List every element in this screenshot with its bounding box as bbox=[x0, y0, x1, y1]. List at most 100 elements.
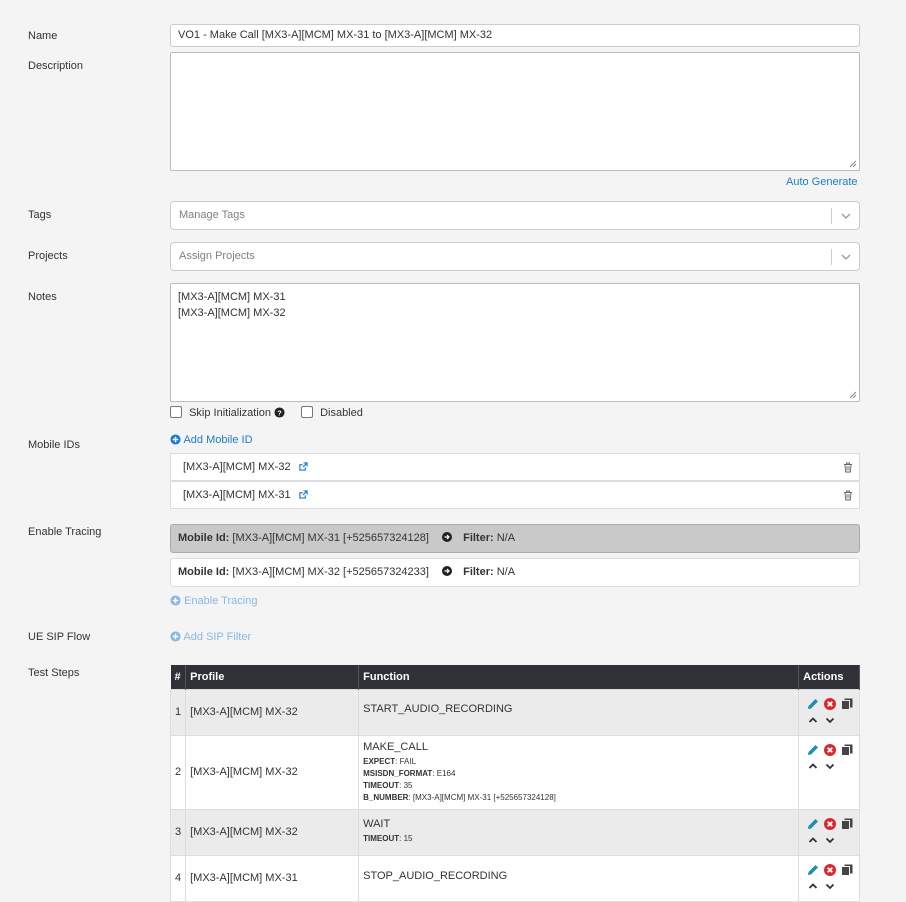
enable-tracing-link: Enable Tracing bbox=[184, 595, 258, 607]
step-actions bbox=[798, 688, 860, 736]
move-up-icon[interactable] bbox=[807, 714, 819, 726]
add-mobile-id-label: Add Mobile ID bbox=[183, 434, 253, 446]
mobile-id-name: [MX3-A][MCM] MX-31 bbox=[183, 489, 291, 501]
step-number: 2 bbox=[169, 734, 187, 810]
step-param: MSISDN_FORMAT: E164 bbox=[363, 768, 794, 780]
delete-icon[interactable] bbox=[824, 743, 837, 756]
delete-icon[interactable] bbox=[824, 697, 837, 710]
table-row[interactable]: 1 [MX3-A][MCM] MX-32 START_AUDIO_RECORDI… bbox=[169, 688, 860, 736]
step-number: 1 bbox=[169, 688, 187, 736]
notes-line: [MX3-A][MCM] MX-31 bbox=[178, 291, 286, 303]
step-actions bbox=[798, 734, 860, 810]
external-link-icon[interactable] bbox=[298, 490, 308, 499]
notes-textarea[interactable]: [MX3-A][MCM] MX-31 [MX3-A][MCM] MX-32 bbox=[170, 283, 860, 402]
tracing-item[interactable]: Mobile Id: [MX3-A][MCM] MX-32 [+52565732… bbox=[170, 558, 860, 587]
enable-tracing-button[interactable]: Enable Tracing bbox=[170, 595, 257, 607]
disabled-option[interactable]: Disabled bbox=[301, 406, 363, 419]
step-function: START_AUDIO_RECORDING bbox=[363, 702, 513, 715]
step-param: EXPECT: FAIL bbox=[363, 756, 794, 768]
plus-circle-icon bbox=[170, 595, 181, 606]
mobile-id-item: [MX3-A][MCM] MX-31 bbox=[170, 481, 860, 509]
param-value: : [MX3-A][MCM] MX-31 [+525657324128] bbox=[408, 792, 556, 802]
projects-placeholder: Assign Projects bbox=[179, 250, 255, 262]
copy-icon[interactable] bbox=[841, 864, 853, 876]
move-down-icon[interactable] bbox=[824, 880, 836, 892]
name-input[interactable]: VO1 - Make Call [MX3-A][MCM] MX-31 to [M… bbox=[170, 24, 860, 47]
add-sip-filter-button[interactable]: Add SIP Filter bbox=[170, 631, 251, 643]
plus-circle-icon bbox=[170, 434, 181, 445]
tracing-item[interactable]: Mobile Id: [MX3-A][MCM] MX-31 [+52565732… bbox=[170, 524, 860, 553]
ue-sip-flow-label: UE SIP Flow bbox=[28, 631, 91, 643]
param-key: MSISDN_FORMAT bbox=[363, 768, 433, 778]
move-up-icon[interactable] bbox=[807, 834, 819, 846]
projects-select[interactable]: Assign Projects bbox=[170, 242, 860, 271]
tracing-mobile-value: [MX3-A][MCM] MX-31 [+525657324128] bbox=[232, 532, 429, 544]
delete-icon[interactable] bbox=[824, 817, 837, 830]
filter-key: Filter: bbox=[463, 532, 494, 544]
param-key: TIMEOUT bbox=[363, 833, 400, 843]
copy-icon[interactable] bbox=[841, 818, 853, 830]
edit-icon[interactable] bbox=[807, 818, 819, 830]
help-icon[interactable]: ? bbox=[274, 407, 285, 418]
step-function: WAIT bbox=[363, 817, 391, 830]
step-param: TIMEOUT: 35 bbox=[363, 780, 794, 792]
description-textarea[interactable] bbox=[170, 52, 860, 171]
step-profile: [MX3-A][MCM] MX-32 bbox=[185, 734, 360, 810]
trash-icon[interactable] bbox=[843, 462, 853, 473]
param-key: B_NUMBER bbox=[363, 792, 409, 802]
table-row[interactable]: 3 [MX3-A][MCM] MX-32 WAIT TIMEOUT: 15 bbox=[169, 808, 860, 856]
step-profile: [MX3-A][MCM] MX-32 bbox=[185, 688, 360, 736]
table-row[interactable]: 4 [MX3-A][MCM] MX-31 STOP_AUDIO_RECORDIN… bbox=[169, 854, 860, 902]
external-link-icon[interactable] bbox=[298, 462, 308, 471]
notes-label: Notes bbox=[28, 291, 57, 303]
resize-grip-icon[interactable] bbox=[849, 160, 857, 168]
move-up-icon[interactable] bbox=[807, 760, 819, 772]
step-function-cell: MAKE_CALL EXPECT: FAIL MSISDN_FORMAT: E1… bbox=[358, 734, 800, 810]
step-number: 4 bbox=[169, 854, 187, 902]
delete-icon[interactable] bbox=[824, 863, 837, 876]
trash-icon[interactable] bbox=[843, 490, 853, 501]
mobile-id-key: Mobile Id: bbox=[178, 532, 230, 544]
mobile-id-key: Mobile Id: bbox=[178, 566, 230, 578]
tags-label: Tags bbox=[28, 209, 52, 221]
table-row[interactable]: 2 [MX3-A][MCM] MX-32 MAKE_CALL EXPECT: F… bbox=[169, 734, 860, 810]
move-down-icon[interactable] bbox=[824, 834, 836, 846]
skip-initialization-option[interactable]: Skip Initialization ? bbox=[170, 406, 285, 419]
param-key: TIMEOUT bbox=[363, 780, 400, 790]
copy-icon[interactable] bbox=[841, 698, 853, 710]
step-actions bbox=[798, 808, 860, 856]
step-function: MAKE_CALL bbox=[363, 740, 428, 753]
chevron-down-icon[interactable] bbox=[841, 211, 851, 221]
param-value: : 15 bbox=[399, 833, 413, 843]
tags-select[interactable]: Manage Tags bbox=[170, 201, 860, 230]
auto-generate-link[interactable]: Auto Generate bbox=[786, 176, 858, 188]
mobile-id-item: [MX3-A][MCM] MX-32 bbox=[170, 453, 860, 481]
description-label: Description bbox=[28, 60, 84, 72]
projects-label: Projects bbox=[28, 250, 68, 262]
svg-text:?: ? bbox=[277, 408, 282, 417]
chevron-down-icon[interactable] bbox=[841, 252, 851, 262]
copy-icon[interactable] bbox=[841, 744, 853, 756]
move-down-icon[interactable] bbox=[824, 760, 836, 772]
step-param: TIMEOUT: 15 bbox=[363, 833, 794, 845]
move-down-icon[interactable] bbox=[824, 714, 836, 726]
mobile-id-name: [MX3-A][MCM] MX-32 bbox=[183, 461, 291, 473]
filter-key: Filter: bbox=[463, 566, 494, 578]
skip-initialization-label: Skip Initialization bbox=[189, 407, 271, 419]
add-mobile-id-button[interactable]: Add Mobile ID bbox=[170, 434, 253, 446]
test-steps-table: # Profile Function Actions 1 [MX3-A][MCM… bbox=[169, 665, 860, 902]
edit-icon[interactable] bbox=[807, 698, 819, 710]
edit-icon[interactable] bbox=[807, 864, 819, 876]
resize-grip-icon[interactable] bbox=[849, 391, 857, 399]
step-function: STOP_AUDIO_RECORDING bbox=[363, 869, 508, 882]
move-up-icon[interactable] bbox=[807, 880, 819, 892]
edit-icon[interactable] bbox=[807, 744, 819, 756]
step-number: 3 bbox=[169, 808, 187, 856]
mobile-ids-label: Mobile IDs bbox=[28, 439, 80, 451]
arrow-right-circle-icon bbox=[442, 532, 453, 542]
disabled-checkbox[interactable] bbox=[301, 406, 313, 418]
skip-initialization-checkbox[interactable] bbox=[170, 406, 182, 418]
enable-tracing-label: Enable Tracing bbox=[28, 526, 102, 538]
arrow-right-circle-icon bbox=[442, 566, 453, 576]
column-header-profile: Profile bbox=[185, 665, 360, 689]
